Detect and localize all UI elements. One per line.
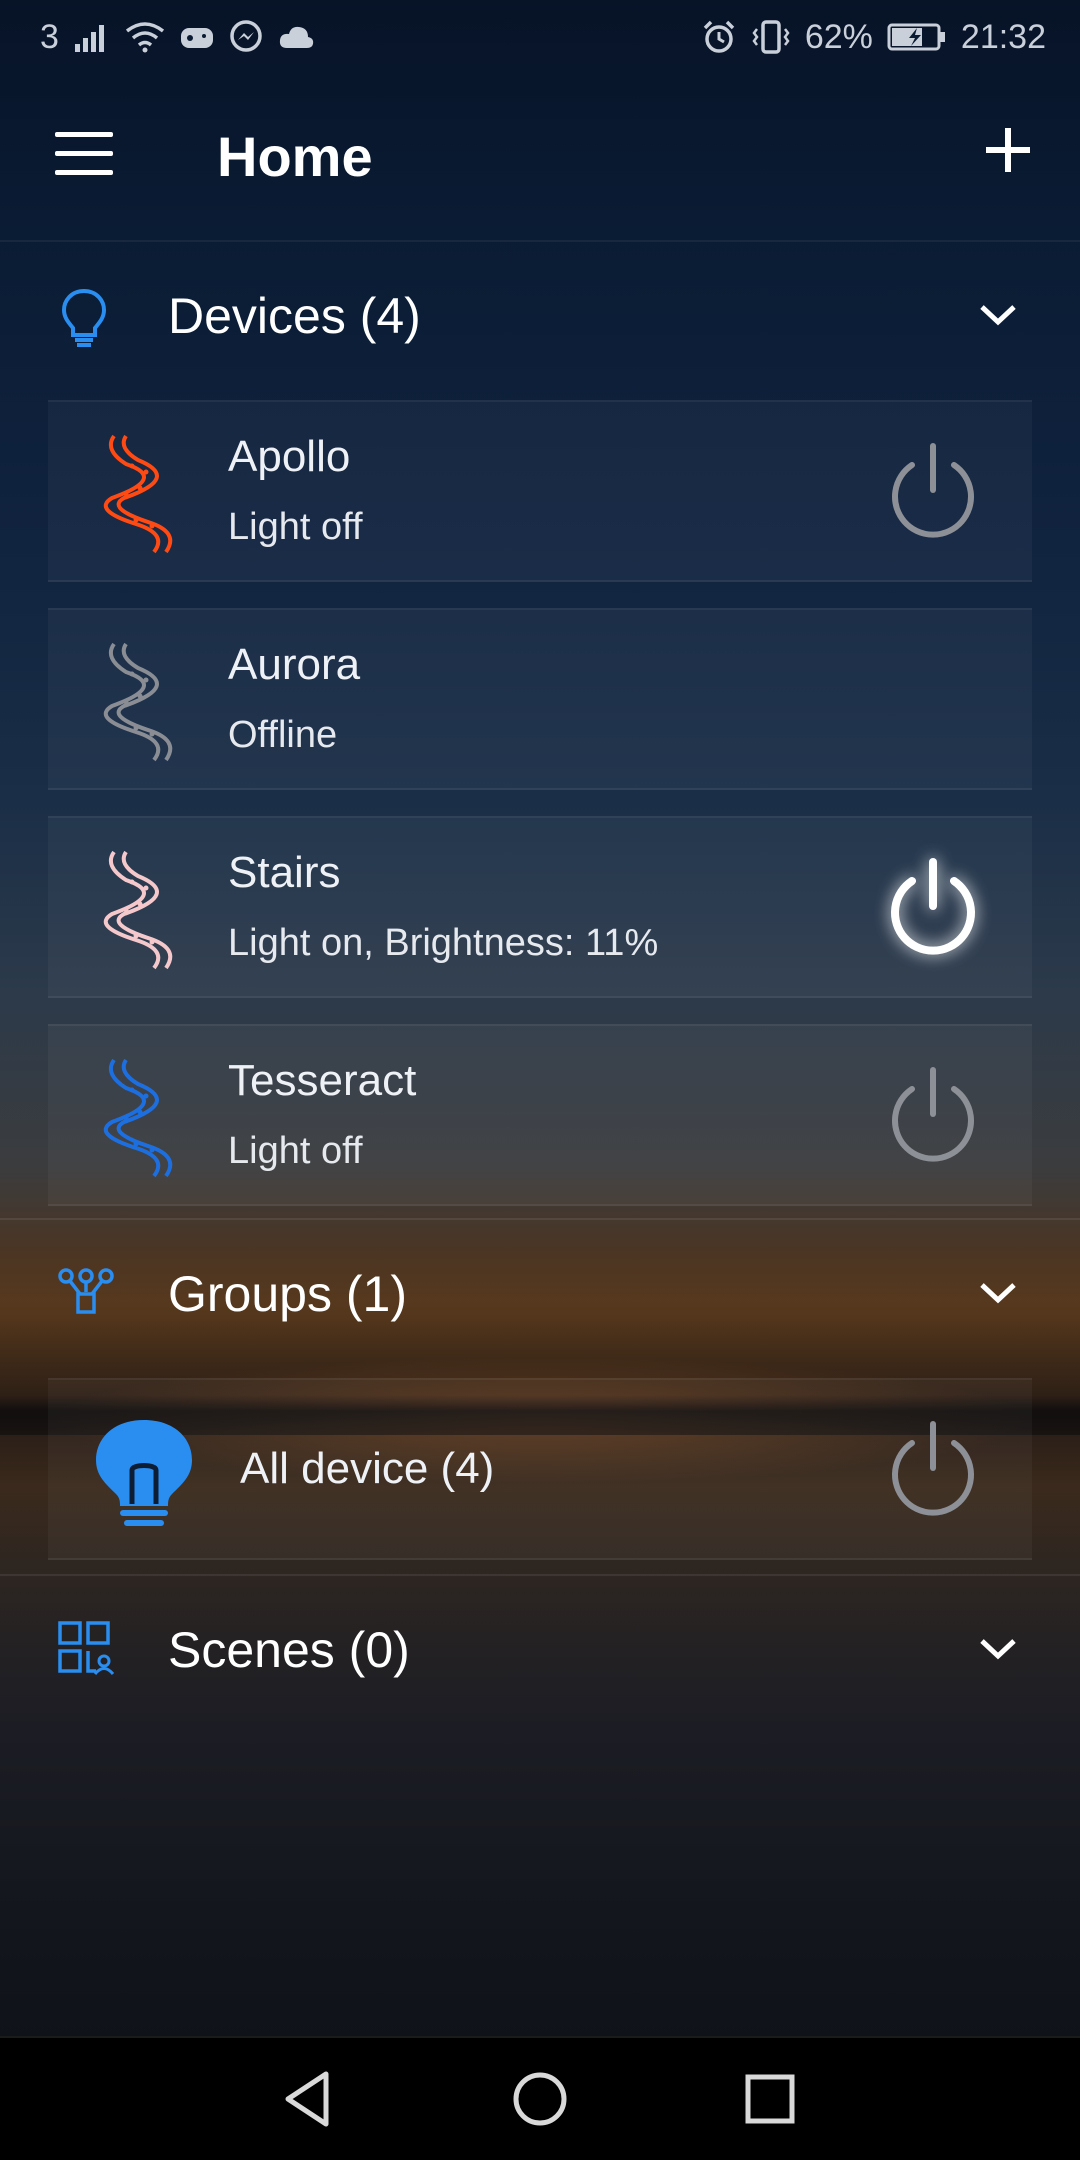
- status-right: 62% 21:32: [701, 18, 1046, 57]
- screen: 3 62% 21:32 Home Devices (4) Apollo Ligh…: [0, 0, 1080, 2160]
- device-name: Stairs: [228, 848, 341, 897]
- scenes-icon: [58, 1621, 115, 1676]
- device-status: Light off: [228, 1130, 363, 1172]
- carrier-label: 3: [40, 17, 59, 56]
- section-header-groups[interactable]: Groups (1): [0, 1220, 1080, 1370]
- battery-charging-icon: [887, 23, 945, 51]
- section-header-devices[interactable]: Devices (4): [0, 242, 1080, 392]
- navigation-bar: [0, 2036, 1080, 2160]
- menu-button[interactable]: [55, 132, 113, 176]
- back-icon[interactable]: [270, 2062, 344, 2136]
- home-icon[interactable]: [503, 2062, 577, 2136]
- chevron-down-icon[interactable]: [978, 1280, 1018, 1306]
- section-title-devices: Devices (4): [168, 288, 421, 344]
- add-button[interactable]: [986, 128, 1030, 172]
- section-title-groups: Groups (1): [168, 1266, 407, 1322]
- device-card[interactable]: Apollo Light off: [48, 400, 1032, 582]
- recents-icon[interactable]: [733, 2062, 807, 2136]
- vibrate-icon: [752, 20, 790, 54]
- groups-icon: [58, 1268, 114, 1314]
- status-bar: 3 62% 21:32: [0, 0, 1080, 74]
- device-card[interactable]: Aurora Offline: [48, 608, 1032, 790]
- power-icon[interactable]: [878, 1062, 988, 1172]
- chevron-down-icon[interactable]: [978, 1636, 1018, 1662]
- device-name: Aurora: [228, 640, 361, 689]
- device-name: Apollo: [228, 432, 351, 481]
- device-card[interactable]: Stairs Light on, Brightness: 11%: [48, 816, 1032, 998]
- device-status: Light on, Brightness: 11%: [228, 922, 659, 964]
- group-card[interactable]: All device (4): [48, 1378, 1032, 1560]
- signal-icon: [74, 25, 104, 52]
- power-icon[interactable]: [878, 438, 988, 548]
- led-strip-icon: [104, 850, 173, 970]
- menu-icon: [55, 132, 113, 137]
- section-title-scenes: Scenes (0): [168, 1622, 410, 1678]
- led-strip-icon: [104, 642, 173, 762]
- led-strip-icon: [104, 1058, 173, 1178]
- device-card[interactable]: Tesseract Light off: [48, 1024, 1032, 1206]
- status-left: 3: [40, 18, 315, 57]
- group-name: All device (4): [240, 1444, 495, 1493]
- cloud-icon: [279, 26, 314, 48]
- device-status: Light off: [228, 506, 363, 548]
- chevron-down-icon[interactable]: [978, 302, 1018, 328]
- app-bar: Home: [0, 74, 1080, 242]
- led-strip-icon: [104, 434, 173, 554]
- clock: 21:32: [960, 17, 1046, 56]
- device-name: Tesseract: [228, 1056, 417, 1105]
- wifi-icon: [125, 22, 164, 53]
- game-controller-icon: [180, 28, 213, 48]
- power-icon[interactable]: [878, 1416, 988, 1526]
- alarm-icon: [703, 20, 735, 53]
- power-icon[interactable]: [878, 854, 988, 964]
- messenger-icon: [230, 20, 262, 52]
- section-header-scenes[interactable]: Scenes (0): [0, 1576, 1080, 1726]
- page-title: Home: [217, 125, 373, 188]
- lightbulb-icon: [61, 288, 107, 347]
- battery-percent: 62%: [804, 17, 873, 56]
- bulb-icon: [96, 1420, 192, 1526]
- device-status: Offline: [228, 714, 338, 756]
